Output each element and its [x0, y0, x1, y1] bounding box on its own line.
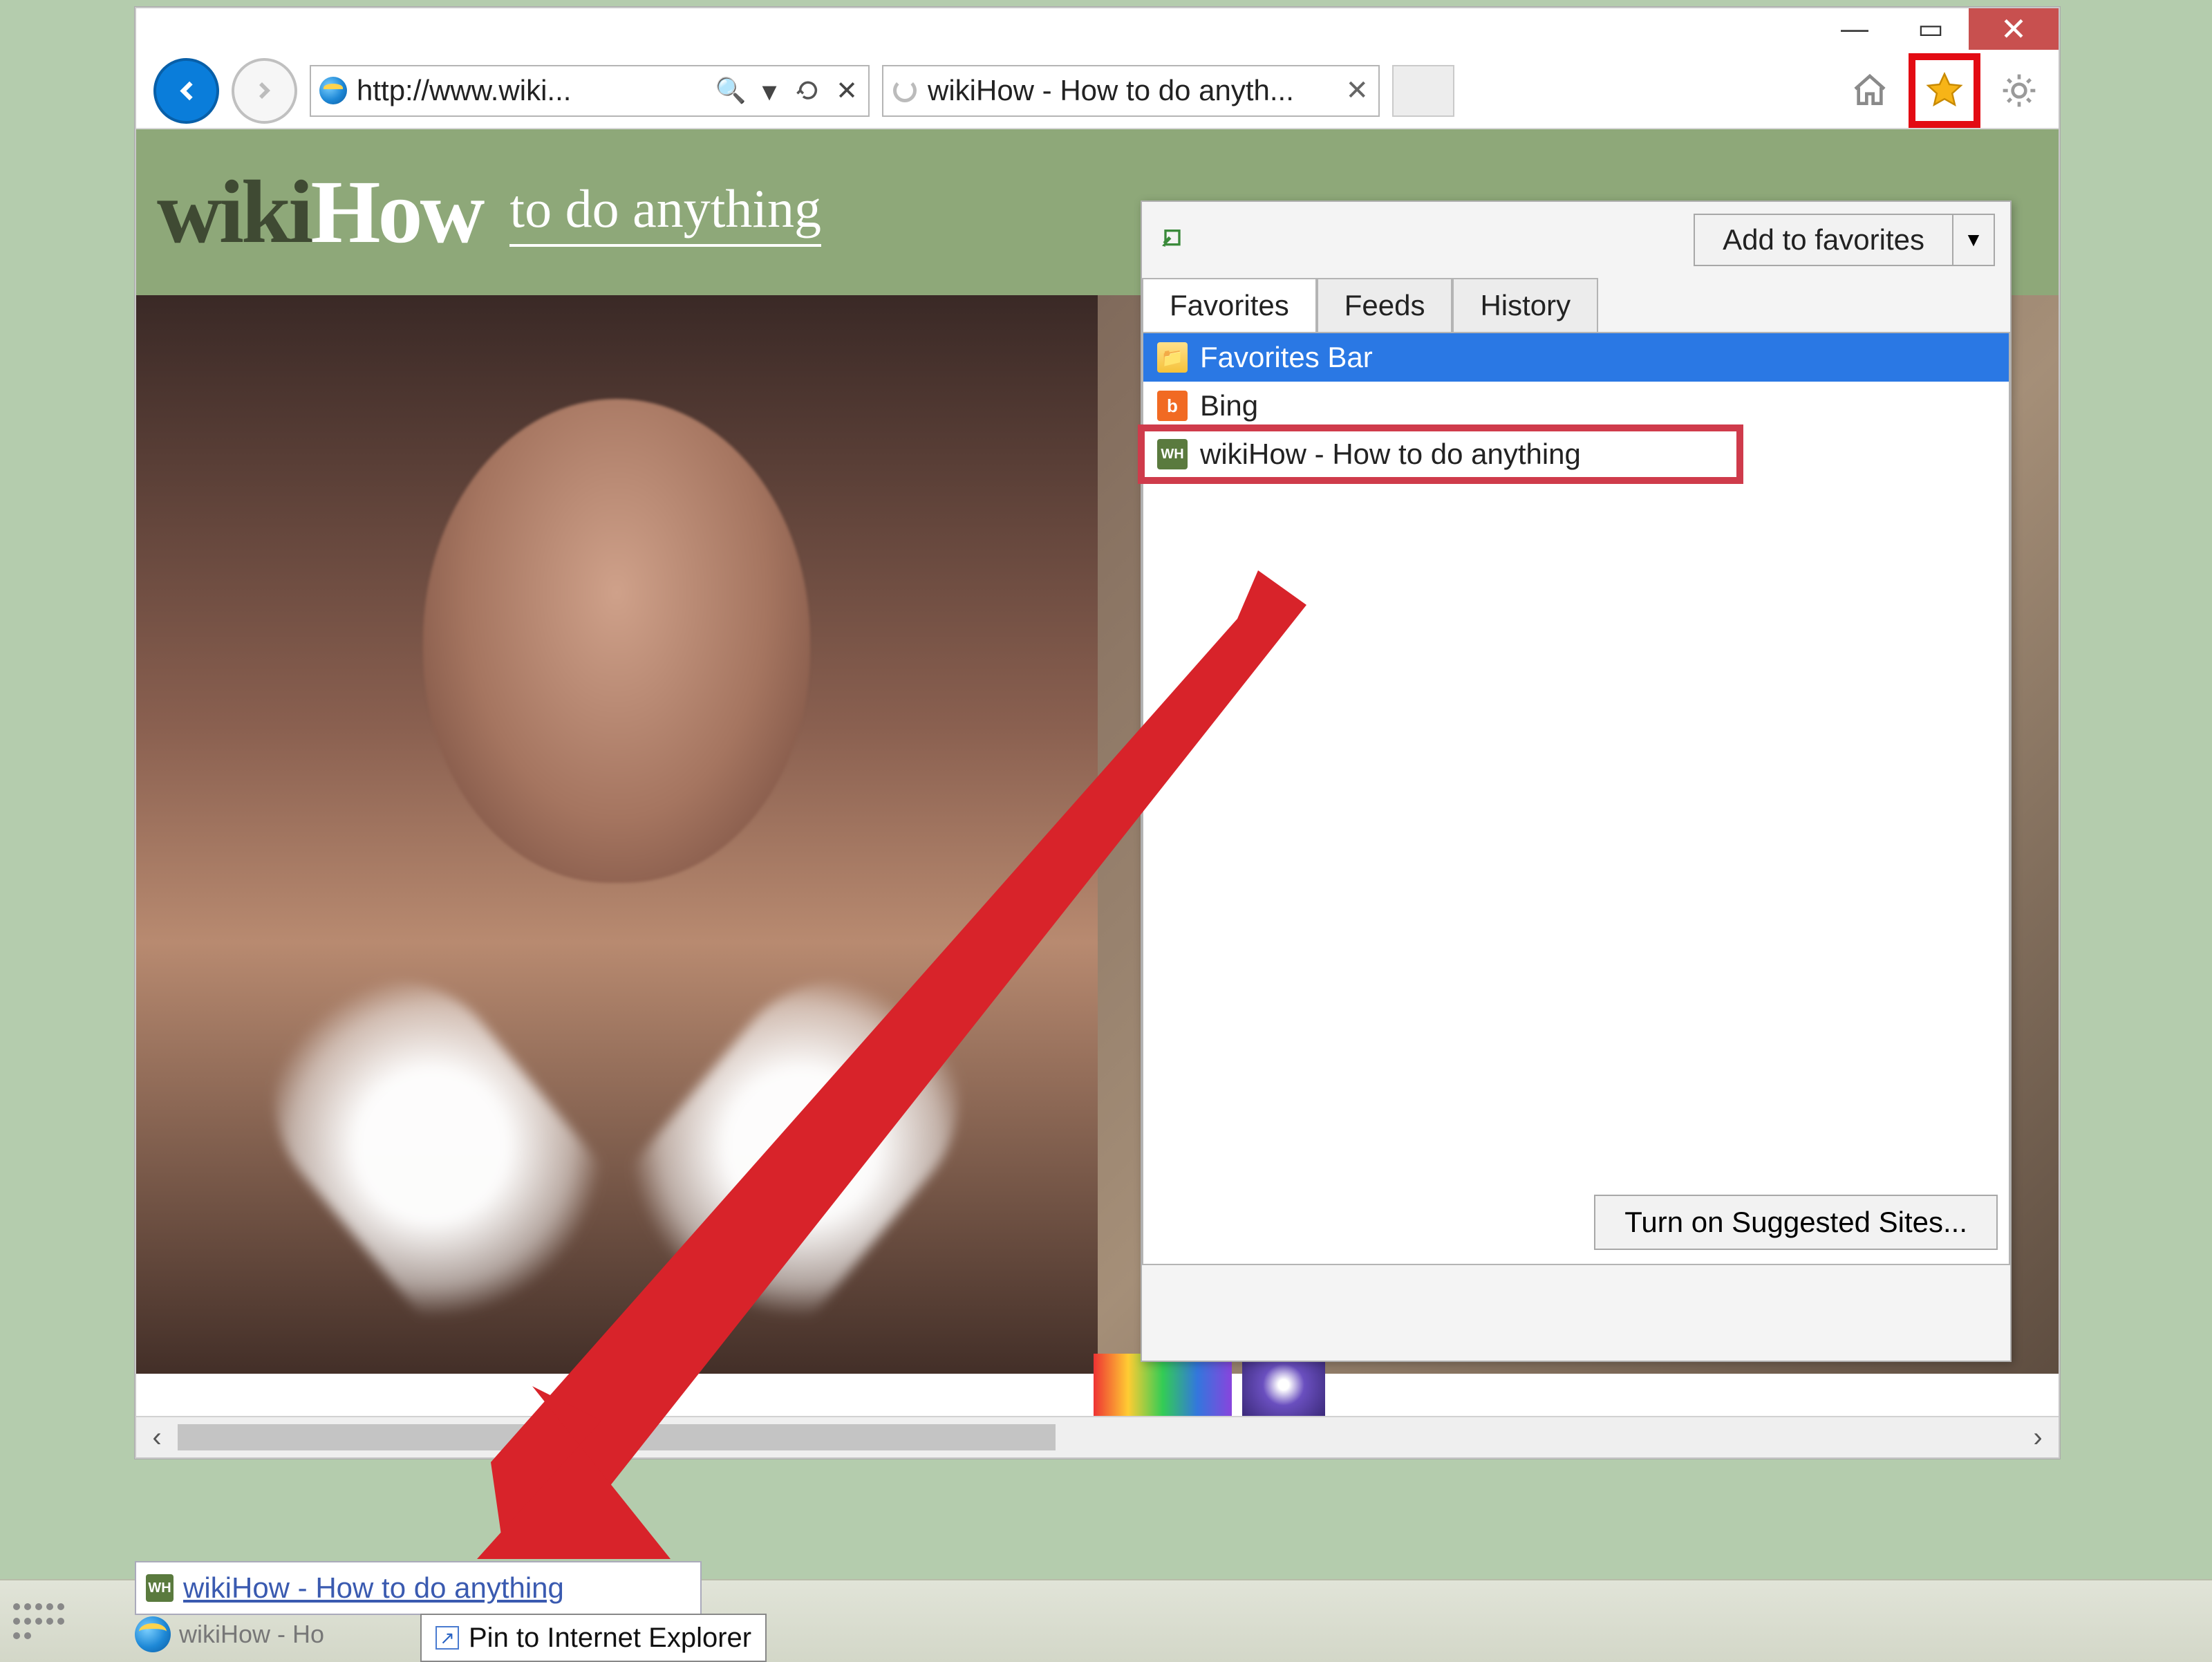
wikihow-tagline: to do anything [509, 178, 821, 247]
add-to-favorites-dropdown[interactable]: ▼ [1953, 214, 1995, 266]
favorites-star-button[interactable] [1909, 53, 1980, 128]
ie-logo-icon [135, 1616, 171, 1652]
ie-logo-icon [319, 77, 347, 104]
favorites-item-label: wikiHow - How to do anything [1200, 438, 1581, 471]
loading-spinner-icon [893, 79, 917, 102]
dropdown-icon[interactable]: ▾ [756, 77, 782, 104]
taskbar-ie-label: wikiHow - Ho [179, 1620, 324, 1649]
tab-close-icon[interactable]: ✕ [1345, 75, 1369, 106]
arrow-right-icon [248, 74, 281, 107]
toolbar-right [1848, 53, 2041, 128]
favorites-list: 📁 Favorites Bar b Bing WH wikiHow - How … [1142, 332, 2010, 1265]
taskbar: WH wikiHow - How to do anything wikiHow … [0, 1579, 2212, 1662]
taskbar-grip [11, 1601, 66, 1643]
favorites-item-label: Favorites Bar [1200, 341, 1373, 374]
favorites-tabs: Favorites Feeds History [1142, 278, 2010, 332]
url-text: http://www.wiki... [357, 74, 708, 107]
taskbar-ie-button[interactable]: wikiHow - Ho [135, 1612, 425, 1657]
favorites-panel: Add to favorites ▼ Favorites Feeds Histo… [1141, 200, 2012, 1362]
address-bar[interactable]: http://www.wiki... 🔍 ▾ ✕ [310, 65, 870, 117]
pin-tooltip-label: Pin to Internet Explorer [469, 1623, 751, 1654]
add-to-favorites-button[interactable]: Add to favorites [1694, 214, 1953, 266]
favorites-item-label: Bing [1200, 389, 1258, 422]
favorites-item-wikihow[interactable]: WH wikiHow - How to do anything [1143, 430, 1738, 478]
browser-tab[interactable]: wikiHow - How to do anyth... ✕ [882, 65, 1380, 117]
favorites-item-bar[interactable]: 📁 Favorites Bar [1143, 333, 2009, 382]
browser-toolbar: http://www.wiki... 🔍 ▾ ✕ wikiHow - How t… [136, 53, 2059, 129]
pin-panel-icon[interactable] [1157, 225, 1188, 255]
pin-tooltip: ↗ Pin to Internet Explorer [420, 1614, 767, 1662]
add-to-favorites: Add to favorites ▼ [1694, 214, 1995, 266]
new-tab-button[interactable] [1392, 65, 1454, 117]
settings-gear-icon[interactable] [1997, 68, 2041, 113]
tab-favorites[interactable]: Favorites [1142, 278, 1317, 332]
shortcut-arrow-icon: ↗ [435, 1626, 459, 1650]
favorites-panel-top: Add to favorites ▼ [1142, 202, 2010, 278]
suggested-sites-button[interactable]: Turn on Suggested Sites... [1594, 1195, 1998, 1250]
refresh-icon[interactable] [795, 77, 821, 104]
arrow-left-icon [167, 72, 205, 110]
folder-icon: 📁 [1157, 342, 1188, 373]
forward-button[interactable] [232, 58, 297, 124]
address-bar-icons: 🔍 ▾ ✕ [718, 77, 860, 104]
favorites-item-bing[interactable]: b Bing [1143, 382, 2009, 430]
dragged-favorite-item[interactable]: WH wikiHow - How to do anything [135, 1561, 702, 1615]
tab-title: wikiHow - How to do anyth... [928, 74, 1334, 107]
horizontal-scrollbar[interactable]: ‹ › [136, 1416, 2059, 1457]
wikihow-icon: WH [146, 1574, 174, 1602]
scroll-left-button[interactable]: ‹ [136, 1422, 178, 1453]
rainbow-graphic [1094, 1354, 1232, 1416]
scroll-track[interactable] [178, 1424, 2017, 1450]
home-icon[interactable] [1848, 68, 1892, 113]
tab-history[interactable]: History [1452, 278, 1598, 332]
dragged-item-label: wikiHow - How to do anything [183, 1571, 564, 1605]
carousel-photo-1 [136, 295, 1098, 1374]
wikihow-logo: wikiHow [157, 160, 482, 264]
sparkle-graphic [1242, 1354, 1325, 1416]
stop-icon[interactable]: ✕ [834, 77, 860, 104]
window-controls: — ▭ ✕ [1817, 8, 2059, 50]
scroll-right-button[interactable]: › [2017, 1422, 2059, 1453]
maximize-button[interactable]: ▭ [1893, 8, 1969, 50]
logo-part-wiki: wiki [157, 162, 310, 262]
scroll-thumb[interactable] [178, 1424, 1056, 1450]
search-icon[interactable]: 🔍 [718, 77, 744, 104]
close-button[interactable]: ✕ [1969, 8, 2059, 50]
back-button[interactable] [153, 58, 219, 124]
heart-graphic [402, 848, 831, 1222]
star-icon [1924, 71, 1965, 111]
face-graphic [423, 399, 810, 883]
wikihow-icon: WH [1157, 439, 1188, 469]
logo-part-how: How [310, 162, 482, 262]
tab-feeds[interactable]: Feeds [1317, 278, 1453, 332]
bing-icon: b [1157, 391, 1188, 421]
minimize-button[interactable]: — [1817, 8, 1893, 50]
